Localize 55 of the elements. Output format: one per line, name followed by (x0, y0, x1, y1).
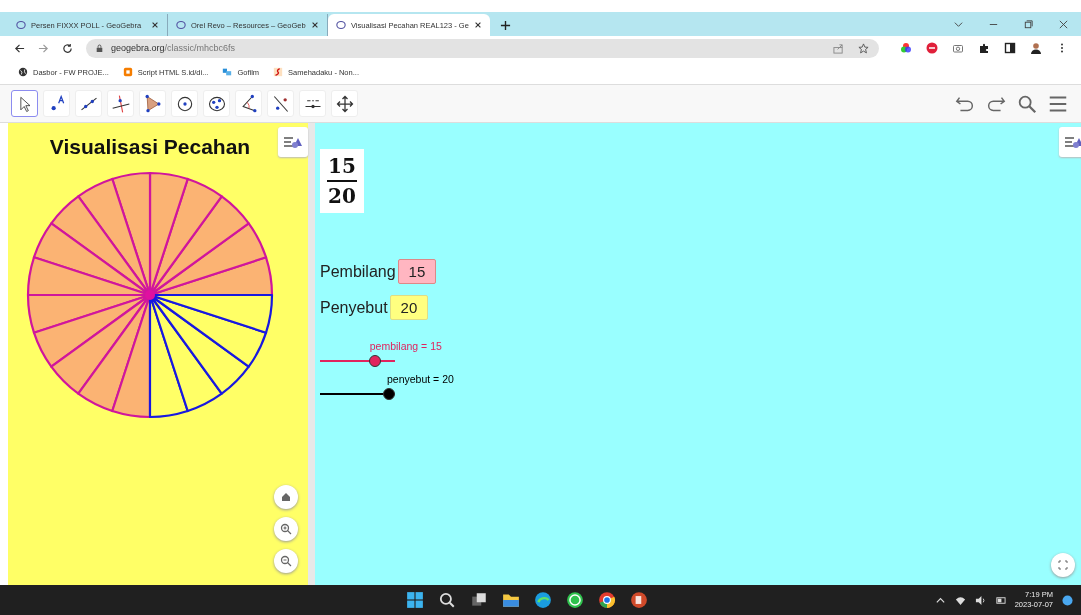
battery-icon[interactable] (994, 594, 1006, 606)
zoom-in-icon (280, 523, 292, 535)
zoom-out-icon (280, 555, 292, 567)
perpendicular-line-icon (110, 93, 131, 114)
camera-icon[interactable] (952, 42, 964, 54)
close-icon[interactable] (311, 21, 319, 29)
input-field[interactable]: 20 (389, 295, 429, 320)
forward-icon[interactable] (38, 42, 49, 54)
new-tab-icon[interactable] (499, 20, 511, 31)
flash-icon (273, 67, 284, 77)
fraction-numerator: 15 (328, 154, 356, 179)
geogebra-icon (176, 20, 186, 30)
wifi-icon[interactable] (954, 594, 966, 606)
reload-icon[interactable] (62, 42, 73, 54)
blogger-icon (122, 67, 133, 77)
address-bar[interactable]: geogebra.org/classic/mhcbc6fs (86, 38, 879, 58)
slider-label: penyebut = 20 (387, 373, 455, 385)
task-view-icon[interactable] (470, 591, 489, 609)
puzzle-icon[interactable] (978, 42, 990, 54)
home-icon (280, 491, 292, 503)
fullscreen-icon (1057, 559, 1069, 571)
notification-icon[interactable] (1062, 594, 1073, 606)
back-icon[interactable] (14, 42, 25, 54)
restore-icon[interactable] (1023, 19, 1034, 30)
zoom-in-button[interactable] (274, 517, 298, 541)
style-bar-icon (283, 135, 303, 149)
geogebra-icon (16, 20, 26, 30)
close-icon[interactable] (473, 21, 482, 29)
chevron-icon[interactable] (953, 19, 964, 30)
slider-label: pembilang = 15 (369, 340, 443, 352)
zoom-out-button[interactable] (274, 549, 298, 573)
close-icon[interactable] (151, 21, 159, 29)
sidebar-icon[interactable] (1004, 42, 1016, 54)
folder-icon[interactable] (502, 591, 521, 609)
style-bar-button[interactable] (1059, 127, 1081, 157)
move-icon (334, 93, 355, 114)
home-button[interactable] (274, 485, 298, 509)
color-wheel-icon[interactable] (900, 42, 912, 54)
avatar-icon[interactable] (1030, 42, 1042, 54)
graphics-title: Visualisasi Pecahan (49, 135, 251, 159)
search-icon[interactable] (438, 591, 457, 609)
speaker-icon[interactable] (974, 594, 986, 606)
polygon-icon (142, 93, 163, 114)
lock-icon (96, 43, 103, 53)
style-bar-icon (1064, 135, 1081, 149)
close-icon[interactable] (1058, 19, 1069, 30)
input-field[interactable]: 15 (397, 259, 437, 284)
style-bar-button[interactable] (278, 127, 308, 157)
input-label: Pembilang (320, 262, 396, 281)
input-label: Penyebut (320, 298, 388, 317)
film-icon (222, 67, 233, 77)
globe-icon (18, 67, 28, 77)
fraction-denominator: 20 (328, 183, 356, 208)
geogebra-icon (336, 20, 346, 30)
star-icon[interactable] (858, 42, 869, 54)
